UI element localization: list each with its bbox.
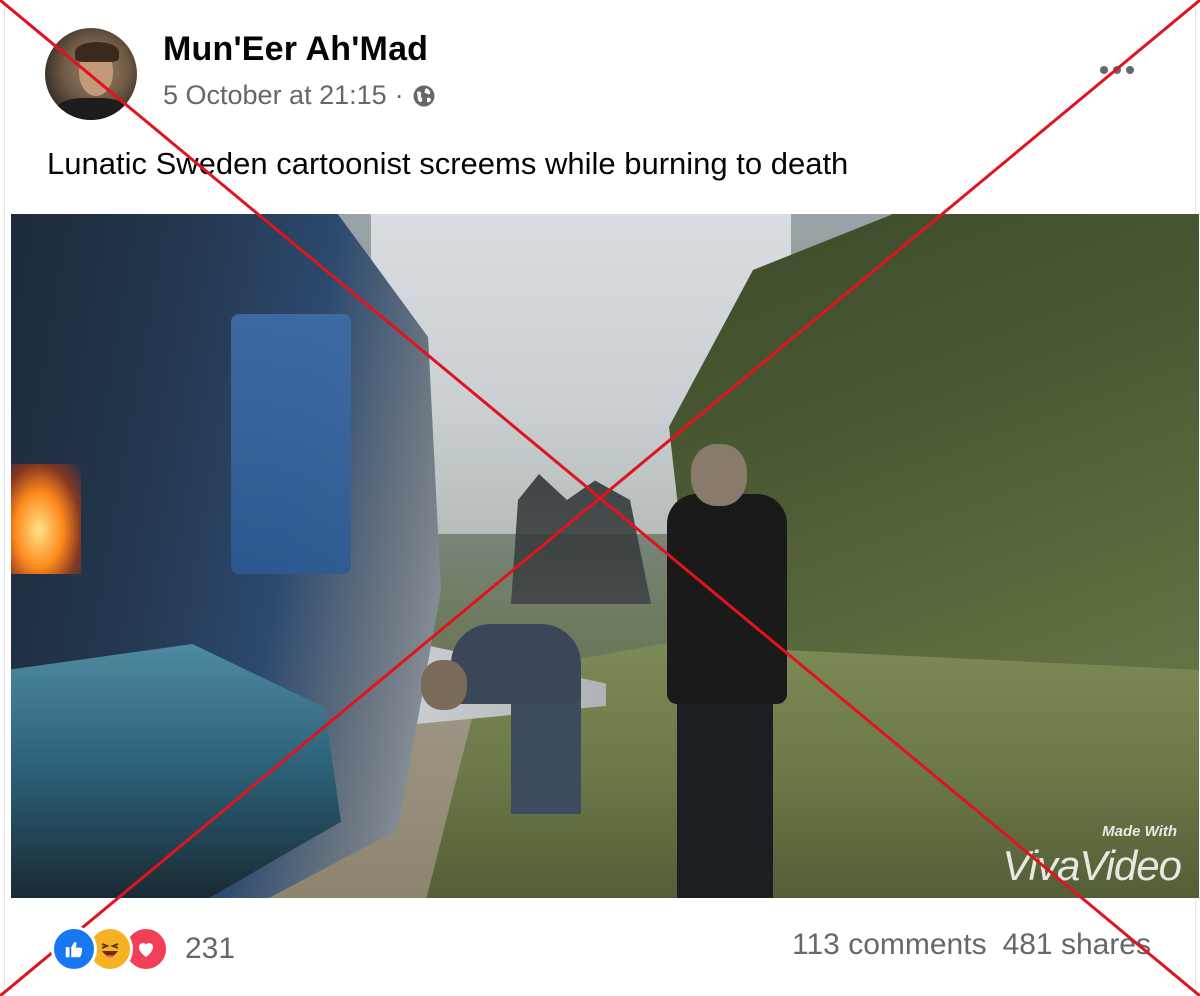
- person-legs: [677, 696, 773, 898]
- engagement-stats: 113 comments 481 shares: [792, 928, 1151, 962]
- shares-count[interactable]: 481 shares: [1003, 928, 1151, 962]
- person-head: [421, 660, 467, 710]
- avatar-hair: [75, 42, 119, 62]
- person-back: [451, 624, 581, 704]
- author-name[interactable]: Mun'Eer Ah'Mad: [163, 30, 428, 69]
- thumbs-up-icon: [65, 942, 83, 958]
- video-fire: [11, 464, 81, 574]
- heart-icon: [139, 943, 153, 957]
- post-video[interactable]: Made With VivaVideo: [11, 214, 1199, 898]
- globe-icon[interactable]: [412, 84, 436, 108]
- video-person-standing: [651, 436, 801, 898]
- more-dot: [1113, 66, 1121, 74]
- more-dot: [1126, 66, 1134, 74]
- post-caption: Lunatic Sweden cartoonist screems while …: [47, 146, 849, 181]
- more-options-icon[interactable]: [1095, 56, 1139, 84]
- meta-separator: ·: [394, 80, 404, 110]
- person-head: [691, 444, 747, 506]
- reaction-count[interactable]: 231: [185, 932, 235, 966]
- video-person-bending: [421, 624, 591, 824]
- post-card: Mun'Eer Ah'Mad 5 October at 21:15 · Luna…: [4, 0, 1199, 996]
- more-dot: [1100, 66, 1108, 74]
- post-meta: 5 October at 21:15 ·: [163, 80, 436, 111]
- person-torso: [667, 494, 787, 704]
- like-icon: [51, 926, 97, 972]
- watermark-made-with: Made With: [1102, 823, 1177, 840]
- avatar[interactable]: [45, 28, 137, 120]
- reactions-summary[interactable]: 231: [51, 926, 235, 972]
- watermark-vivavideo: VivaVideo: [1002, 842, 1182, 889]
- laughing-face-icon: [101, 943, 119, 958]
- post-timestamp[interactable]: 5 October at 21:15: [163, 80, 387, 111]
- comments-count[interactable]: 113 comments: [792, 928, 987, 962]
- video-truck-cab: [231, 314, 351, 574]
- avatar-collar: [55, 98, 129, 120]
